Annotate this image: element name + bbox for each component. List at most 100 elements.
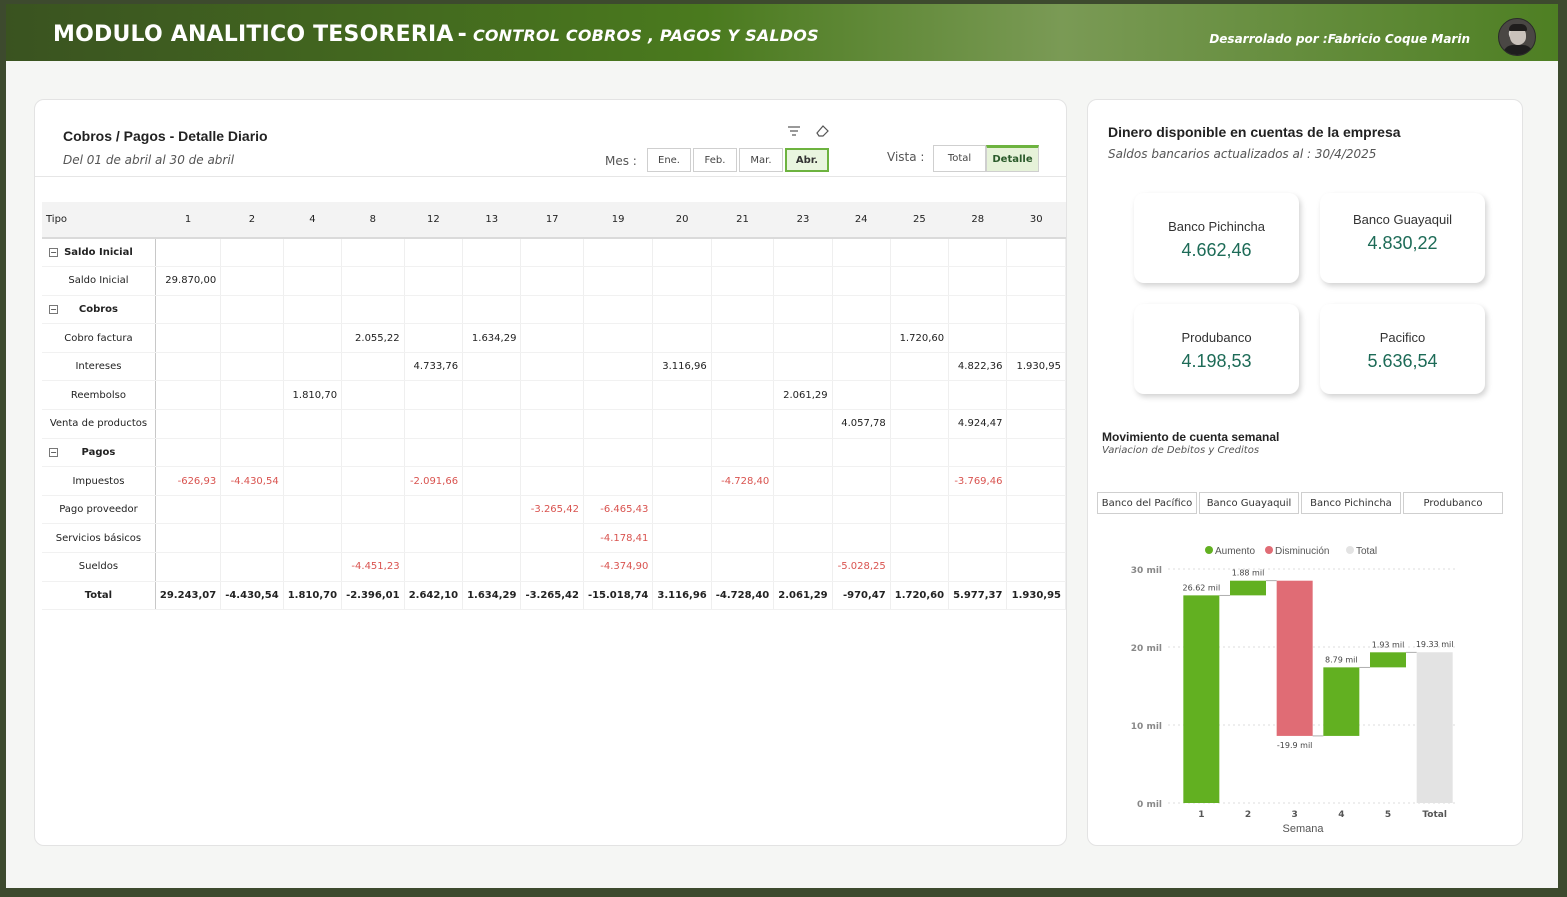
table-cell bbox=[711, 523, 775, 554]
table-cell bbox=[341, 352, 405, 382]
bank-option[interactable]: Banco Pichincha bbox=[1301, 492, 1401, 514]
kpi-name: Banco Guayaquil bbox=[1352, 212, 1452, 227]
table-cell bbox=[652, 552, 712, 582]
table-cell: -970,47 bbox=[832, 580, 891, 611]
table-cell bbox=[462, 466, 522, 496]
table-cell bbox=[155, 438, 222, 468]
eraser-icon[interactable] bbox=[814, 124, 830, 138]
table-cell: -4.728,40 bbox=[711, 466, 775, 496]
column-header-day[interactable]: 2 bbox=[220, 202, 284, 239]
collapse-icon[interactable]: − bbox=[49, 447, 58, 457]
column-header-day[interactable]: 21 bbox=[711, 202, 775, 239]
table-cell bbox=[520, 380, 584, 411]
table-cell bbox=[155, 552, 222, 582]
column-header-day[interactable]: 20 bbox=[652, 202, 712, 239]
table-cell bbox=[773, 438, 833, 468]
column-header-day[interactable]: 24 bbox=[832, 202, 891, 239]
table-cell bbox=[948, 438, 1008, 468]
month-option[interactable]: Mar. bbox=[739, 148, 783, 172]
table-cell: -3.265,42 bbox=[520, 580, 584, 611]
row-label: Intereses bbox=[42, 352, 156, 382]
waterfall-bar bbox=[1183, 595, 1220, 803]
table-cell bbox=[948, 380, 1008, 411]
table-cell bbox=[283, 438, 343, 468]
table-cell: 4.822,36 bbox=[948, 352, 1008, 382]
table-cell bbox=[520, 438, 584, 468]
column-header-day[interactable]: 30 bbox=[1006, 202, 1066, 239]
table-row: Intereses 4.733,76 3.116,96 4.822,36 1.930,9… bbox=[42, 352, 1066, 382]
month-option[interactable]: Abr. bbox=[785, 148, 829, 172]
table-row: Reembolso 1.810,70 2.061,29 bbox=[42, 380, 1066, 411]
row-label[interactable]: − Saldo Inicial bbox=[42, 238, 156, 268]
table-cell bbox=[520, 238, 584, 268]
column-header-day[interactable]: 28 bbox=[948, 202, 1008, 239]
table-cell: -2.396,01 bbox=[341, 580, 405, 611]
kpi-card-pacifico: Pacifico 5.636,54 bbox=[1320, 304, 1485, 394]
row-label[interactable]: − Cobros bbox=[42, 295, 156, 325]
view-option[interactable]: Total bbox=[933, 145, 986, 172]
column-header-day[interactable]: 1 bbox=[155, 202, 222, 239]
table-cell bbox=[404, 438, 464, 468]
column-header-day[interactable]: 25 bbox=[890, 202, 950, 239]
column-header-day[interactable]: 4 bbox=[283, 202, 343, 239]
table-row: Venta de productos 4.057,78 4.924,47 bbox=[42, 409, 1066, 439]
column-header-day[interactable]: 19 bbox=[583, 202, 654, 239]
table-cell bbox=[220, 323, 284, 353]
column-header-day[interactable]: 13 bbox=[462, 202, 522, 239]
view-option[interactable]: Detalle bbox=[986, 145, 1039, 172]
table-row: Cobro factura 2.055,22 1.634,29 1.720,60 bbox=[42, 323, 1066, 353]
column-header-tipo[interactable]: Tipo bbox=[42, 202, 156, 239]
x-tick-label: 2 bbox=[1245, 810, 1251, 820]
table-cell bbox=[520, 352, 584, 382]
collapse-icon[interactable]: − bbox=[49, 304, 58, 314]
table-cell bbox=[404, 523, 464, 554]
table-cell: 4.733,76 bbox=[404, 352, 464, 382]
month-option[interactable]: Ene. bbox=[647, 148, 691, 172]
column-header-day[interactable]: 23 bbox=[773, 202, 833, 239]
y-tick-label: 30 mil bbox=[1131, 566, 1162, 576]
title-main: MODULO ANALITICO TESORERIA bbox=[53, 22, 454, 47]
table-cell bbox=[462, 438, 522, 468]
row-label: Impuestos bbox=[42, 466, 156, 496]
table-cell bbox=[220, 495, 284, 525]
table-cell bbox=[948, 266, 1008, 296]
table-cell bbox=[341, 523, 405, 554]
table-cell: -6.465,43 bbox=[583, 495, 654, 525]
table-row: Servicios básicos -4.178,41 bbox=[42, 523, 1066, 554]
kpi-name: Banco Pichincha bbox=[1168, 219, 1265, 234]
table-cell bbox=[462, 266, 522, 296]
column-header-day[interactable]: 12 bbox=[404, 202, 464, 239]
row-label-text: Intereses bbox=[75, 361, 122, 373]
table-cell bbox=[283, 552, 343, 582]
table-cell: 1.810,70 bbox=[283, 380, 343, 411]
table-cell bbox=[773, 238, 833, 268]
bank-option[interactable]: Banco Guayaquil bbox=[1199, 492, 1299, 514]
table-cell bbox=[1006, 266, 1066, 296]
row-label[interactable]: − Pagos bbox=[42, 438, 156, 468]
table-cell bbox=[220, 266, 284, 296]
table-cell bbox=[711, 266, 775, 296]
table-cell bbox=[1006, 409, 1066, 439]
table-cell bbox=[462, 380, 522, 411]
table-cell: 1.634,29 bbox=[462, 323, 522, 353]
column-header-day[interactable]: 8 bbox=[341, 202, 405, 239]
row-label: Reembolso bbox=[42, 380, 156, 411]
table-cell bbox=[583, 295, 654, 325]
table-cell: 29.243,07 bbox=[155, 580, 222, 611]
table-cell bbox=[583, 409, 654, 439]
table-cell: 2.061,29 bbox=[773, 380, 833, 411]
row-label-text: Pago proveedor bbox=[59, 504, 138, 516]
table-cell bbox=[583, 466, 654, 496]
month-option[interactable]: Feb. bbox=[693, 148, 737, 172]
collapse-icon[interactable]: − bbox=[49, 248, 58, 257]
table-cell bbox=[583, 380, 654, 411]
bank-option[interactable]: Produbanco bbox=[1403, 492, 1503, 514]
table-cell: -4.178,41 bbox=[583, 523, 654, 554]
filter-icon[interactable] bbox=[786, 124, 802, 138]
row-label-text: Servicios básicos bbox=[55, 532, 142, 544]
table-cell bbox=[652, 466, 712, 496]
table-cell bbox=[773, 266, 833, 296]
column-header-day[interactable]: 17 bbox=[520, 202, 584, 239]
matrix-header-row: Tipo 1 2 4 8 12 13 17 19 20 21 23 24 25 28 30 bbox=[42, 202, 1066, 239]
bank-option[interactable]: Banco del Pacífico bbox=[1097, 492, 1197, 514]
